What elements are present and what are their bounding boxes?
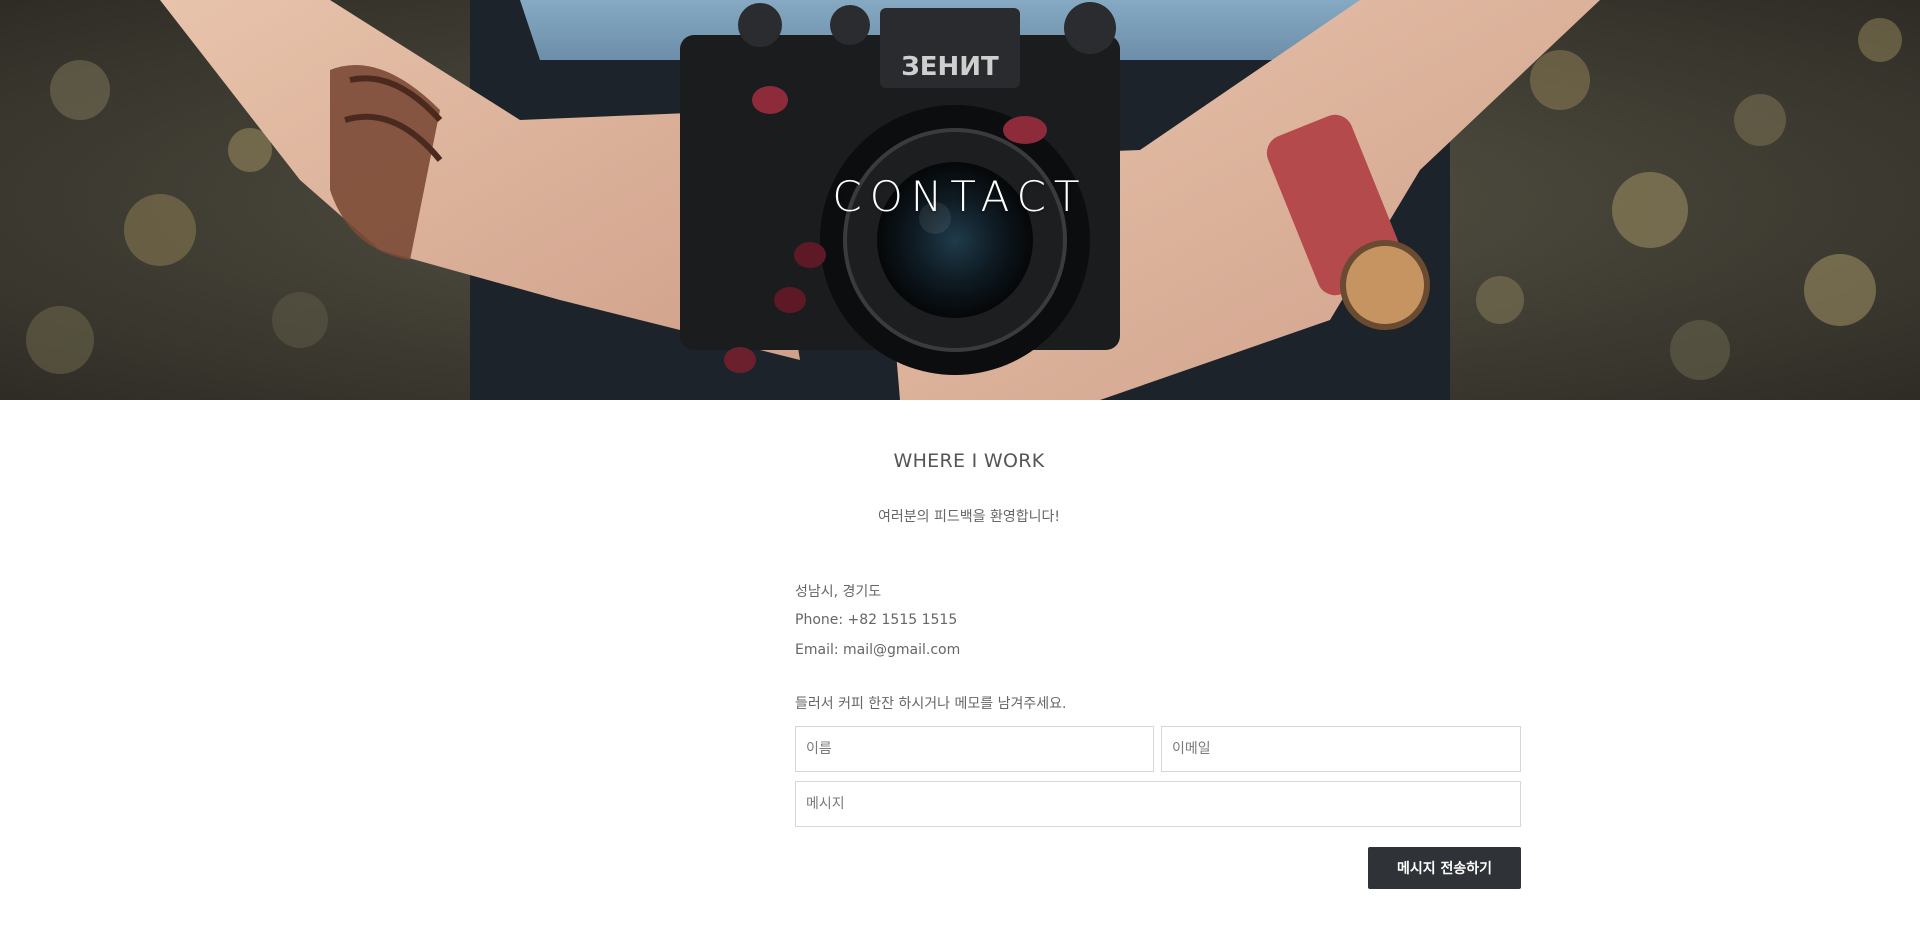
send-message-button[interactable]: 메시지 전송하기 [1368,847,1521,889]
form-intro: 들러서 커피 한잔 하시거나 메모를 남겨주세요. [795,696,1067,712]
phone-text: Phone: +82 1515 1515 [795,612,958,628]
address-text: 성남시, 경기도 [795,584,882,600]
email-input[interactable] [1161,726,1521,772]
email-text: Email: mail@gmail.com [795,642,961,658]
contact-column: 성남시, 경기도 Phone: +82 1515 1515 Email: mai… [795,400,1521,944]
message-input[interactable] [795,781,1521,827]
page-title: CONTACT [832,172,1088,221]
hero-banner: ЗЕНИТ CONTACT [0,0,1920,400]
name-input[interactable] [795,726,1154,772]
contact-section: WHERE I WORK 여러분의 피드백을 환영합니다! 성남시, 경기도 P… [0,400,1920,944]
camera-brand-text: ЗЕНИТ [901,52,999,82]
